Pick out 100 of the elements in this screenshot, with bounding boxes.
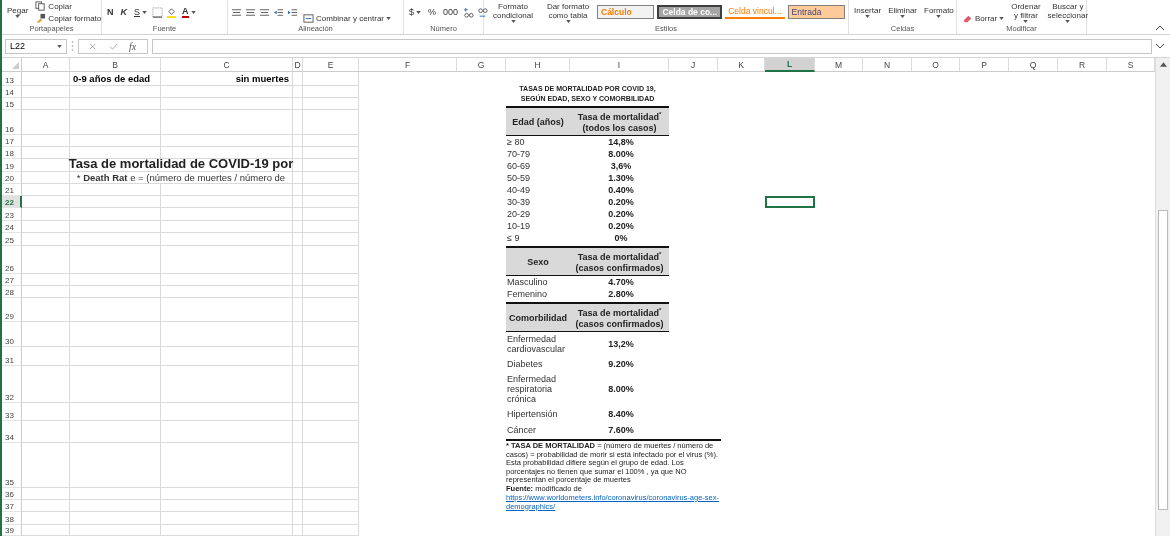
column-header[interactable]: R — [1058, 58, 1107, 72]
sheet-cell[interactable] — [70, 196, 161, 208]
sheet-cell[interactable] — [22, 488, 70, 500]
sheet-cell[interactable] — [303, 221, 359, 233]
sheet-cell[interactable] — [161, 208, 293, 221]
ribbon-button[interactable]: Formato condicional — [487, 1, 539, 23]
increase-indent-icon[interactable] — [287, 6, 298, 18]
sheet-cell[interactable] — [303, 500, 359, 512]
column-header[interactable]: B — [70, 58, 161, 72]
row-header[interactable]: 23 — [2, 208, 22, 221]
sheet-cell[interactable] — [303, 208, 359, 221]
sheet-cell[interactable] — [293, 322, 303, 347]
row-header[interactable]: 39 — [2, 525, 22, 536]
ribbon-button[interactable]: Copiar — [33, 1, 104, 12]
sheet-cell[interactable] — [161, 500, 293, 512]
sheet-cell[interactable] — [22, 443, 70, 488]
sheet-cell[interactable] — [303, 184, 359, 196]
sheet-cell[interactable] — [303, 172, 359, 184]
sheet-cell[interactable] — [70, 86, 161, 98]
sheet-cell[interactable] — [293, 500, 303, 512]
sheet-cell[interactable] — [161, 421, 293, 443]
ribbon-button[interactable]: Insertar — [852, 6, 884, 18]
sheet-cell[interactable] — [293, 512, 303, 525]
row-header[interactable]: 18 — [2, 147, 22, 159]
column-header[interactable]: C — [161, 58, 293, 72]
column-header[interactable]: K — [718, 58, 765, 72]
sheet-cell[interactable] — [303, 525, 359, 536]
sheet-cell[interactable] — [293, 403, 303, 421]
sheet-cell[interactable] — [293, 366, 303, 403]
sheet-cell[interactable] — [161, 298, 293, 322]
sheet-cell[interactable] — [22, 274, 70, 286]
sheet-cell[interactable] — [303, 322, 359, 347]
sheet-cell[interactable] — [70, 421, 161, 443]
sheet-cell[interactable] — [70, 488, 161, 500]
sheet-cell[interactable] — [161, 98, 293, 110]
sheet-cell[interactable] — [161, 196, 293, 208]
sheet-cell[interactable] — [293, 233, 303, 246]
row-header[interactable]: 31 — [2, 347, 22, 366]
sheet-cell[interactable] — [161, 147, 293, 159]
column-header[interactable]: A — [22, 58, 70, 72]
format-button[interactable]: K — [118, 7, 129, 17]
sheet-cell[interactable] — [161, 286, 293, 298]
sheet-cell[interactable] — [161, 443, 293, 488]
selected-cell[interactable] — [765, 196, 815, 208]
format-button[interactable]: $ — [407, 7, 423, 17]
sheet-cell[interactable] — [70, 286, 161, 298]
column-header[interactable]: S — [1107, 58, 1155, 72]
sheet-cell[interactable] — [161, 322, 293, 347]
row-header[interactable]: 25 — [2, 233, 22, 246]
sheet-cell[interactable] — [293, 488, 303, 500]
sheet-cell[interactable] — [22, 159, 70, 172]
sheet-cell[interactable] — [293, 347, 303, 366]
format-button[interactable]: A — [180, 6, 198, 18]
sheet-cell[interactable] — [293, 221, 303, 233]
sheet-cell[interactable] — [293, 421, 303, 443]
sheet-cell[interactable] — [161, 233, 293, 246]
sheet-cell[interactable] — [22, 286, 70, 298]
sheet-cell[interactable] — [303, 366, 359, 403]
row-header[interactable]: 29 — [2, 298, 22, 322]
row-header[interactable]: 27 — [2, 274, 22, 286]
column-header[interactable]: L — [765, 58, 815, 72]
sheet-cell[interactable] — [161, 403, 293, 421]
sheet-cell[interactable] — [22, 366, 70, 403]
increase-decimal-icon[interactable] — [463, 6, 475, 18]
sheet-cell[interactable] — [22, 147, 70, 159]
row-header[interactable]: 19 — [2, 159, 22, 172]
sheet-cell[interactable] — [293, 159, 303, 172]
row-header[interactable]: 35 — [2, 443, 22, 488]
sheet-cell[interactable] — [70, 274, 161, 286]
sheet-cell[interactable] — [293, 172, 303, 184]
sheet-cell[interactable] — [293, 246, 303, 274]
decrease-decimal-icon[interactable] — [477, 6, 489, 18]
sheet-cell[interactable] — [70, 512, 161, 525]
format-button[interactable]: S — [132, 7, 149, 17]
sheet-cell[interactable] — [70, 347, 161, 366]
sheet-cell[interactable] — [303, 421, 359, 443]
sheet-cell[interactable] — [303, 110, 359, 135]
sheet-cell[interactable] — [22, 421, 70, 443]
ribbon-button[interactable]: Copiar formato — [33, 13, 104, 24]
sheet-cell[interactable] — [22, 246, 70, 274]
column-header[interactable]: H — [506, 58, 570, 72]
sheet-cell[interactable] — [70, 98, 161, 110]
sheet-cell[interactable] — [293, 298, 303, 322]
column-header[interactable]: I — [570, 58, 669, 72]
ribbon-button[interactable]: Borrar — [960, 13, 1007, 24]
ribbon-button[interactable]: Eliminar — [886, 6, 920, 18]
row-header[interactable]: 24 — [2, 221, 22, 233]
sheet-cell[interactable] — [161, 525, 293, 536]
sheet-cell[interactable] — [293, 208, 303, 221]
row-header[interactable]: 38 — [2, 512, 22, 525]
sheet-cell[interactable] — [161, 512, 293, 525]
sheet-cell[interactable] — [22, 135, 70, 147]
collapse-ribbon-icon[interactable] — [1156, 25, 1164, 30]
row-header[interactable]: 26 — [2, 246, 22, 274]
sheet-cell[interactable] — [303, 233, 359, 246]
column-header[interactable]: J — [669, 58, 718, 72]
row-header[interactable]: 15 — [2, 98, 22, 110]
vertical-scrollbar[interactable] — [1155, 58, 1170, 536]
sheet-cell[interactable] — [293, 98, 303, 110]
sheet-cell[interactable] — [70, 443, 161, 488]
